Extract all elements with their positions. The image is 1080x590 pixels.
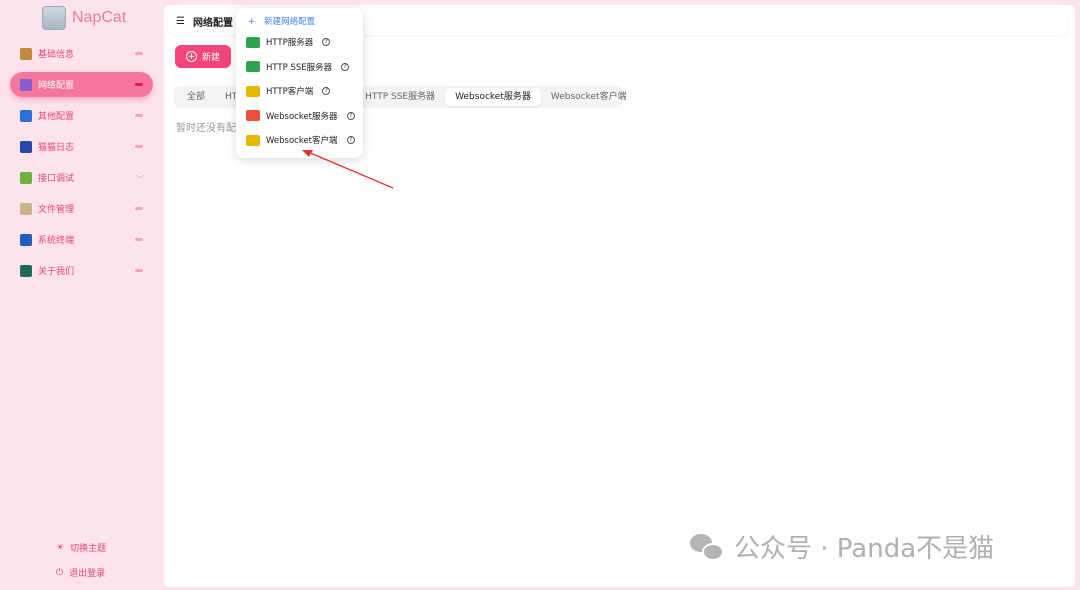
annotation-arrow bbox=[302, 150, 394, 189]
wechat-icon bbox=[690, 532, 726, 562]
watermark: 公众号 · Panda不是猫 bbox=[690, 528, 994, 565]
